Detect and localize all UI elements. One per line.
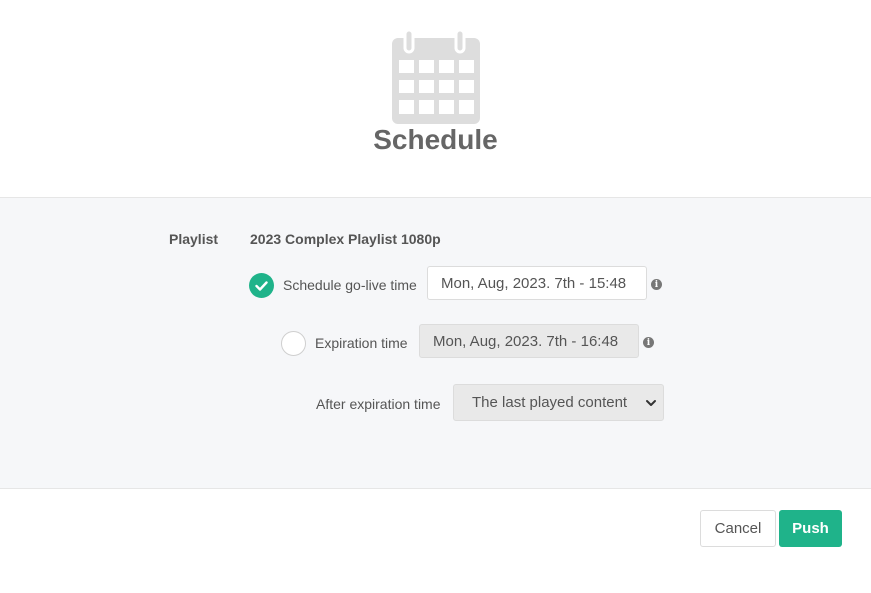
expiration-checkbox[interactable] xyxy=(281,331,306,356)
calendar-icon xyxy=(392,30,480,124)
dialog-header: Schedule xyxy=(0,0,871,197)
after-expiration-label: After expiration time xyxy=(316,396,441,412)
after-expiration-select[interactable]: The last played content xyxy=(453,384,664,421)
checkmark-icon xyxy=(255,280,268,291)
chevron-down-icon xyxy=(646,400,656,406)
cancel-button[interactable]: Cancel xyxy=(700,510,776,547)
playlist-label: Playlist xyxy=(169,231,219,247)
go-live-info-icon[interactable]: i xyxy=(651,279,662,290)
dialog-title: Schedule xyxy=(373,124,498,155)
go-live-checkbox[interactable] xyxy=(249,273,274,298)
playlist-name: 2023 Complex Playlist 1080p xyxy=(250,231,441,247)
go-live-label: Schedule go-live time xyxy=(283,277,417,293)
after-expiration-selected: The last played content xyxy=(472,394,628,411)
push-button[interactable]: Push xyxy=(779,510,842,547)
go-live-datetime-input[interactable]: Mon, Aug, 2023. 7th - 15:48 xyxy=(427,266,647,300)
expiration-datetime-input[interactable]: Mon, Aug, 2023. 7th - 16:48 xyxy=(419,324,639,358)
expiration-label: Expiration time xyxy=(315,335,408,351)
expiration-info-icon[interactable]: i xyxy=(643,337,654,348)
